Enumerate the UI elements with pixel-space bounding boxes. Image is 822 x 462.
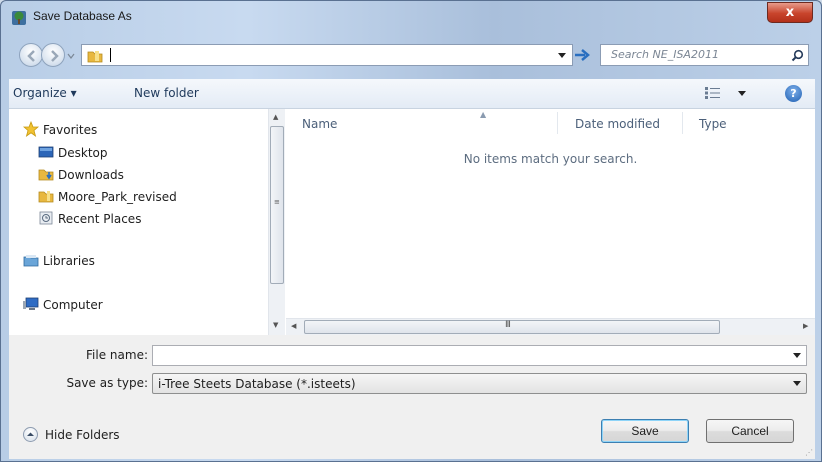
downloads-folder-icon bbox=[38, 169, 54, 181]
folder-icon bbox=[87, 51, 103, 63]
nav-item-label: Desktop bbox=[58, 146, 108, 160]
back-button[interactable] bbox=[19, 43, 43, 67]
nav-favorites[interactable]: Favorites bbox=[23, 121, 143, 139]
nav-item-recent-places[interactable]: Recent Places bbox=[38, 210, 178, 228]
scroll-left-icon[interactable]: ◀ bbox=[291, 322, 296, 330]
address-bar[interactable] bbox=[81, 44, 573, 66]
sort-arrow-icon: ▲ bbox=[480, 110, 487, 119]
save-as-type-value: i-Tree Steets Database (*.isteets) bbox=[158, 377, 356, 391]
window-title: Save Database As bbox=[33, 9, 132, 23]
navigation-pane: Favorites Desktop Downloads Moore_Park_r… bbox=[9, 109, 285, 335]
column-separator[interactable] bbox=[557, 112, 558, 134]
back-arrow-icon bbox=[27, 50, 35, 62]
forward-button[interactable] bbox=[41, 43, 65, 67]
grip-icon: III bbox=[505, 320, 511, 330]
column-header-name[interactable]: Name bbox=[302, 117, 337, 131]
save-dialog-window: Save Database As x Search NE_ISA2011 Org… bbox=[0, 0, 822, 462]
nav-computer-label: Computer bbox=[43, 298, 103, 312]
scroll-right-icon[interactable]: ▶ bbox=[803, 322, 808, 330]
go-arrow-icon[interactable] bbox=[574, 48, 590, 62]
new-folder-button[interactable]: New folder bbox=[134, 86, 199, 100]
close-button[interactable]: x bbox=[767, 2, 813, 23]
title-bar[interactable]: Save Database As x bbox=[1, 1, 821, 35]
nav-computer[interactable]: Computer bbox=[23, 296, 143, 314]
file-list-pane: Name ▲ Date modified Type No items match… bbox=[286, 109, 815, 317]
navigation-row: Search NE_ISA2011 bbox=[1, 39, 821, 69]
desktop-icon bbox=[38, 146, 54, 158]
column-header-type[interactable]: Type bbox=[699, 117, 727, 131]
nav-item-downloads[interactable]: Downloads bbox=[38, 166, 178, 184]
column-separator[interactable] bbox=[682, 112, 683, 134]
save-as-type-select[interactable]: i-Tree Steets Database (*.isteets) bbox=[152, 373, 807, 394]
text-caret bbox=[110, 48, 111, 62]
search-placeholder: Search NE_ISA2011 bbox=[611, 48, 719, 61]
browser-content: Favorites Desktop Downloads Moore_Park_r… bbox=[9, 109, 815, 335]
forward-arrow-icon bbox=[51, 50, 59, 62]
nav-libraries-label: Libraries bbox=[43, 254, 95, 268]
search-icon[interactable] bbox=[791, 49, 804, 62]
search-input[interactable]: Search NE_ISA2011 bbox=[600, 44, 809, 66]
star-icon bbox=[23, 121, 39, 137]
command-toolbar: Organize ▾ New folder ? bbox=[9, 79, 815, 109]
save-as-type-label: Save as type: bbox=[66, 376, 148, 390]
nav-libraries[interactable]: Libraries bbox=[23, 252, 143, 270]
cancel-button[interactable]: Cancel bbox=[706, 419, 794, 443]
tree-app-icon bbox=[12, 11, 26, 25]
nav-favorites-label: Favorites bbox=[43, 123, 98, 137]
hide-folders-label: Hide Folders bbox=[45, 428, 120, 442]
resize-grip-icon[interactable]: ⋰ bbox=[805, 448, 813, 457]
scrollbar-thumb[interactable]: ≡ bbox=[270, 126, 284, 284]
hide-folders-toggle[interactable]: Hide Folders bbox=[23, 425, 133, 445]
file-name-label: File name: bbox=[86, 348, 148, 362]
help-icon[interactable]: ? bbox=[785, 85, 802, 102]
nav-item-label: Moore_Park_revised bbox=[58, 190, 177, 204]
nav-pane-vertical-scrollbar[interactable]: ▲ ≡ ▼ bbox=[268, 109, 285, 335]
recent-places-icon bbox=[39, 211, 53, 225]
address-dropdown-icon[interactable] bbox=[558, 53, 566, 59]
view-dropdown-icon[interactable] bbox=[738, 91, 746, 96]
nav-item-label: Downloads bbox=[58, 168, 124, 182]
chevron-up-icon bbox=[23, 427, 38, 442]
file-name-dropdown-icon[interactable] bbox=[793, 353, 801, 358]
nav-item-desktop[interactable]: Desktop bbox=[38, 144, 178, 162]
nav-item-label: Recent Places bbox=[58, 212, 142, 226]
save-as-type-dropdown-icon[interactable] bbox=[793, 381, 801, 386]
view-options-icon[interactable] bbox=[705, 87, 721, 99]
column-header-date-modified[interactable]: Date modified bbox=[575, 117, 660, 131]
save-button[interactable]: Save bbox=[601, 419, 689, 443]
grip-icon: ≡ bbox=[274, 198, 280, 206]
computer-icon bbox=[23, 297, 39, 310]
nav-item-moore-park-revised[interactable]: Moore_Park_revised bbox=[38, 188, 198, 206]
file-list-horizontal-scrollbar[interactable]: ◀ III ▶ bbox=[286, 318, 815, 335]
save-options-panel: File name: Save as type: i-Tree Steets D… bbox=[9, 335, 815, 459]
organize-menu[interactable]: Organize ▾ bbox=[13, 86, 77, 100]
recent-pages-dropdown-icon[interactable] bbox=[66, 51, 76, 61]
folder-icon bbox=[38, 191, 54, 203]
file-name-input[interactable] bbox=[152, 345, 807, 366]
scroll-down-icon[interactable]: ▼ bbox=[273, 321, 278, 329]
empty-state-message: No items match your search. bbox=[463, 152, 638, 166]
scrollbar-thumb[interactable]: III bbox=[304, 320, 720, 334]
libraries-icon bbox=[23, 255, 39, 267]
scroll-up-icon[interactable]: ▲ bbox=[273, 113, 278, 121]
